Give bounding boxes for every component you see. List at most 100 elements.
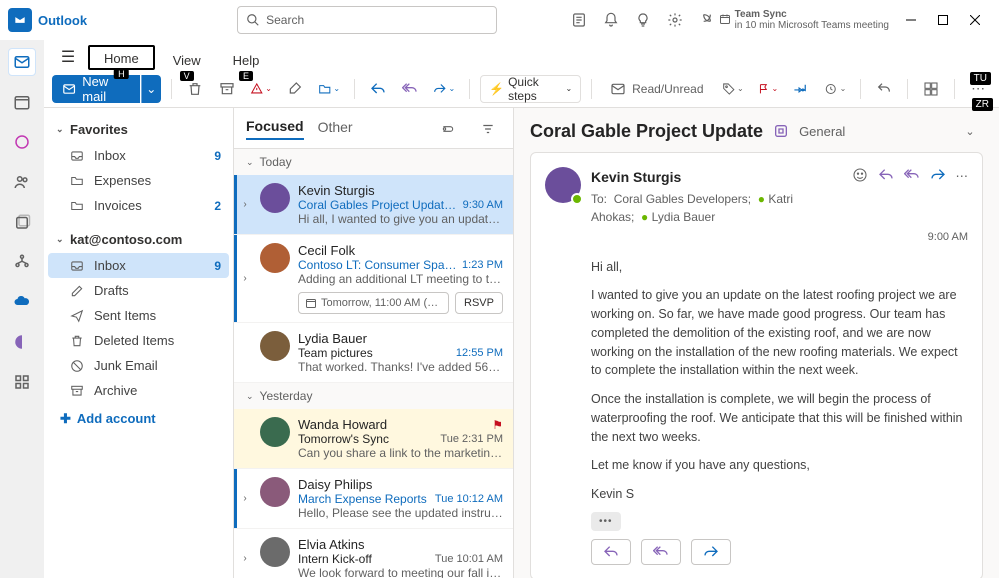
loop-app-icon[interactable] <box>8 328 36 356</box>
message-preview: We look forward to meeting our fall int… <box>298 566 503 578</box>
onedrive-app-icon[interactable] <box>8 288 36 316</box>
bell-icon[interactable] <box>597 6 625 34</box>
expand-icon[interactable]: › <box>238 537 252 578</box>
folder-sent-items[interactable]: Sent Items <box>48 303 229 328</box>
message-subject: Contoso LT: Consumer Spam… <box>298 258 458 272</box>
expand-icon[interactable]: › <box>238 477 252 520</box>
expand-icon[interactable]: › <box>238 183 252 226</box>
message-subject: Coral Gable Project Update <box>530 121 763 142</box>
other-tab[interactable]: Other <box>318 119 353 139</box>
keytip-zr: ZR <box>972 98 993 111</box>
title-bar: Outlook Search Team Sync in 10 min Micro… <box>0 0 999 40</box>
folder-label: Sent Items <box>94 308 156 323</box>
move-icon[interactable]: ⌄ <box>314 76 344 102</box>
forward-action[interactable] <box>691 539 731 565</box>
react-icon[interactable] <box>852 167 868 183</box>
message-time: Tue 2:31 PM <box>440 433 503 445</box>
hamburger-icon[interactable]: ☰ <box>52 44 84 70</box>
tab-home[interactable]: HomeH <box>88 45 155 70</box>
channel-name[interactable]: General <box>799 124 845 139</box>
immersive-icon[interactable] <box>918 76 944 102</box>
message-item[interactable]: ›Daisy PhilipsMarch Expense ReportsTue 1… <box>234 469 513 529</box>
collapse-icon[interactable]: ⌄ <box>957 118 983 144</box>
bulb-icon[interactable] <box>629 6 657 34</box>
reply-icon[interactable] <box>878 167 894 183</box>
expand-icon[interactable] <box>238 417 252 460</box>
reminder-title: Team Sync <box>735 9 889 20</box>
people-app-icon[interactable] <box>8 168 36 196</box>
message-item[interactable]: ›Elvia AtkinsIntern Kick-offTue 10:01 AM… <box>234 529 513 578</box>
forward-icon[interactable] <box>930 167 946 183</box>
mail-app-icon[interactable] <box>8 48 36 76</box>
window-close[interactable] <box>959 6 991 34</box>
reply-all-icon[interactable] <box>397 76 423 102</box>
pin-icon[interactable] <box>788 76 814 102</box>
message-time: 12:55 PM <box>456 347 503 359</box>
new-mail-dropdown[interactable]: ⌄ <box>141 75 161 103</box>
copilot-rail-icon[interactable] <box>8 128 36 156</box>
folder-label: Archive <box>94 383 137 398</box>
message-item[interactable]: ›Kevin SturgisCoral Gables Project Updat… <box>234 175 513 235</box>
folder-junk-email[interactable]: Junk Email <box>48 353 229 378</box>
message-body: Hi all, I wanted to give you an update o… <box>591 258 968 504</box>
app-logo <box>8 8 32 32</box>
favorites-section[interactable]: ⌄Favorites <box>48 116 229 143</box>
copilot-icon[interactable] <box>693 6 721 34</box>
search-box[interactable]: Search <box>237 6 497 34</box>
folder-deleted-items[interactable]: Deleted Items <box>48 328 229 353</box>
folder-inbox[interactable]: Inbox9 <box>48 253 229 278</box>
folder-invoices[interactable]: Invoices2 <box>48 193 229 218</box>
sweep-icon[interactable] <box>282 76 308 102</box>
show-more-button[interactable]: ••• <box>591 512 621 531</box>
tab-help[interactable]: HelpE <box>219 49 274 70</box>
org-app-icon[interactable] <box>8 248 36 276</box>
message-item[interactable]: ›Cecil FolkContoso LT: Consumer Spam…1:2… <box>234 235 513 323</box>
files-app-icon[interactable] <box>8 208 36 236</box>
reply-all-action[interactable] <box>641 539 681 565</box>
archive-icon[interactable] <box>214 76 240 102</box>
filter-icon[interactable] <box>475 116 501 142</box>
select-icon[interactable] <box>435 116 461 142</box>
sender-name: Kevin Sturgis <box>591 167 842 188</box>
focused-tab[interactable]: Focused <box>246 118 304 140</box>
message-preview: Can you share a link to the marketing… <box>298 446 503 460</box>
flag-icon[interactable]: ⌄ <box>754 76 782 102</box>
quick-steps-button[interactable]: ⚡ Quick steps⌄ <box>480 75 581 103</box>
notes-icon[interactable] <box>565 6 593 34</box>
reply-icon[interactable] <box>365 76 391 102</box>
rsvp-button[interactable]: RSVP <box>455 292 503 314</box>
snooze-icon[interactable]: ⌄ <box>820 76 850 102</box>
settings-icon[interactable] <box>661 6 689 34</box>
expand-icon[interactable]: › <box>238 243 252 314</box>
more-apps-icon[interactable] <box>8 368 36 396</box>
add-account-button[interactable]: ✚Add account <box>48 403 229 435</box>
group-today[interactable]: ⌄Today <box>234 149 513 175</box>
folder-archive[interactable]: Archive <box>48 378 229 403</box>
message-item[interactable]: Wanda Howard⚑Tomorrow's SyncTue 2:31 PMC… <box>234 409 513 469</box>
reply-all-icon[interactable] <box>904 167 920 183</box>
expand-icon[interactable] <box>238 331 252 374</box>
account-section[interactable]: ⌄kat@contoso.com <box>48 226 229 253</box>
reply-action[interactable] <box>591 539 631 565</box>
calendar-app-icon[interactable] <box>8 88 36 116</box>
read-unread-button[interactable]: Read/Unread <box>602 76 711 102</box>
sender-avatar[interactable] <box>545 167 581 203</box>
meeting-reminder[interactable]: Team Sync in 10 min Microsoft Teams meet… <box>729 9 895 31</box>
presence-available-icon <box>571 193 583 205</box>
folder-expenses[interactable]: Expenses <box>48 168 229 193</box>
tab-view[interactable]: ViewV <box>159 49 215 70</box>
avatar <box>260 537 290 567</box>
calendar-small-icon <box>719 13 731 25</box>
undo-icon[interactable] <box>871 76 897 102</box>
keytip-v: V <box>180 71 194 81</box>
group-yesterday[interactable]: ⌄Yesterday <box>234 383 513 409</box>
forward-icon[interactable]: ⌄ <box>429 76 459 102</box>
window-maximize[interactable] <box>927 6 959 34</box>
message-item[interactable]: Lydia BauerTeam pictures12:55 PMThat wor… <box>234 323 513 383</box>
message-subject: Tomorrow's Sync <box>298 432 389 446</box>
folder-inbox[interactable]: Inbox9 <box>48 143 229 168</box>
tag-icon[interactable]: ⌄ <box>718 76 748 102</box>
folder-drafts[interactable]: Drafts <box>48 278 229 303</box>
more-icon[interactable]: ⋯ <box>956 167 969 186</box>
window-minimize[interactable] <box>895 6 927 34</box>
